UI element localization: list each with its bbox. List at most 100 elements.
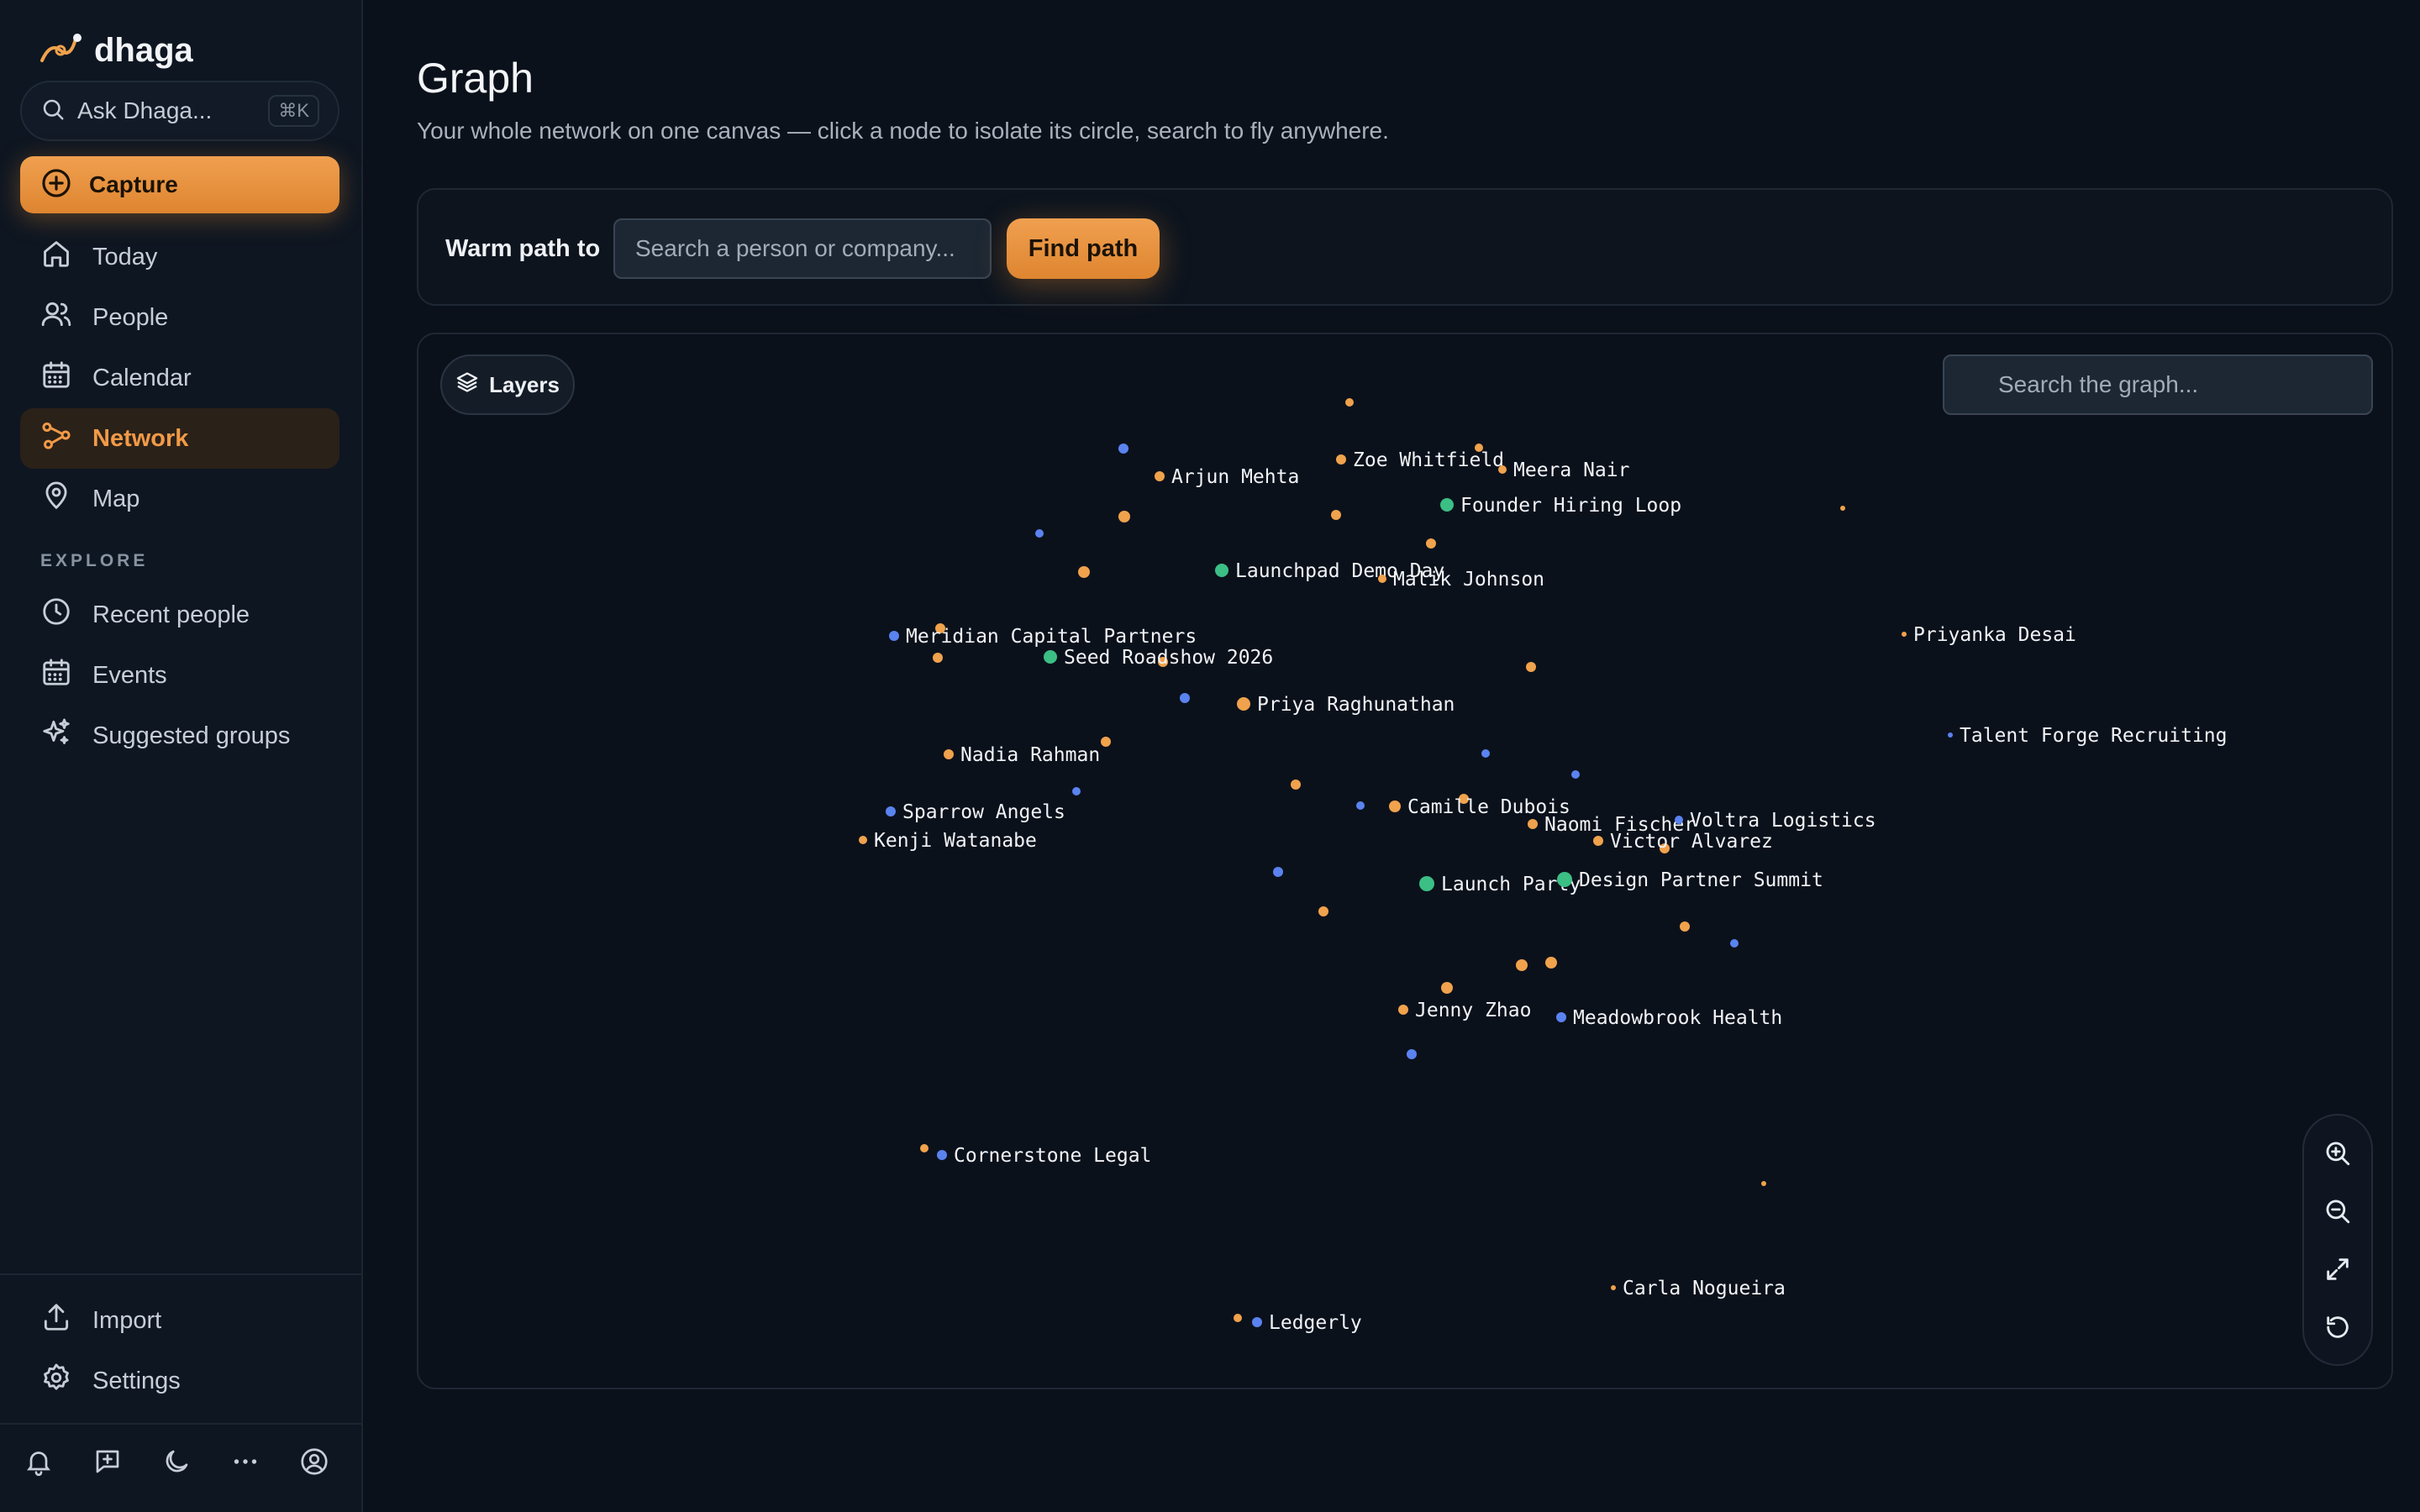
- graph-node-person[interactable]: [1545, 957, 1557, 969]
- graph-node-person[interactable]: [1078, 566, 1090, 578]
- layers-button[interactable]: Layers: [440, 354, 575, 415]
- graph-node-company[interactable]: [1481, 749, 1490, 758]
- nav-item-calendar[interactable]: Calendar: [20, 348, 339, 408]
- graph-node-company[interactable]: [1252, 1317, 1262, 1327]
- graph-node-person[interactable]: [1234, 1314, 1242, 1322]
- graph-node-person[interactable]: [1378, 575, 1386, 583]
- graph-node-person[interactable]: [859, 836, 867, 844]
- graph-node-person[interactable]: [1528, 819, 1538, 829]
- more-icon[interactable]: [230, 1446, 260, 1477]
- graph-node-person[interactable]: [1441, 982, 1453, 994]
- graph-node-label[interactable]: Carla Nogueira: [1623, 1278, 1786, 1299]
- graph-node-event[interactable]: [1215, 564, 1228, 577]
- graph-node-event[interactable]: [1440, 498, 1454, 512]
- graph-node-company[interactable]: [1675, 816, 1683, 824]
- graph-node-label[interactable]: Victor Alvarez: [1610, 831, 1773, 853]
- graph-node-person[interactable]: [1526, 662, 1536, 672]
- graph-node-label[interactable]: Sparrow Angels: [902, 801, 1065, 823]
- graph-canvas[interactable]: Arjun Mehta Zoe Whitfield Meera Nair Founde…: [417, 333, 2393, 1389]
- graph-node-person[interactable]: [1331, 510, 1341, 520]
- account-icon[interactable]: [299, 1446, 329, 1477]
- graph-node-event[interactable]: [1419, 876, 1434, 891]
- graph-node-label[interactable]: Kenji Watanabe: [874, 830, 1037, 852]
- graph-node-company[interactable]: [1356, 801, 1365, 810]
- graph-node-person[interactable]: [1291, 780, 1301, 790]
- graph-node-person[interactable]: [1318, 906, 1328, 916]
- fit-screen-icon[interactable]: [2321, 1252, 2354, 1286]
- graph-node-label[interactable]: Jenny Zhao: [1415, 1000, 1531, 1021]
- graph-node-person[interactable]: [1345, 398, 1354, 407]
- graph-node-company[interactable]: [1571, 770, 1580, 779]
- graph-node-company[interactable]: [886, 806, 896, 816]
- capture-button[interactable]: Capture: [20, 156, 339, 213]
- bell-icon[interactable]: [24, 1446, 54, 1477]
- graph-node-person[interactable]: [1118, 511, 1130, 522]
- graph-node-company[interactable]: [1273, 867, 1283, 877]
- graph-node-label[interactable]: Meera Nair: [1513, 459, 1629, 481]
- graph-node-label[interactable]: Priyanka Desai: [1913, 624, 2076, 646]
- graph-node-person[interactable]: [1237, 697, 1250, 711]
- graph-node-person[interactable]: [1611, 1285, 1616, 1290]
- nav-item-recent-people[interactable]: Recent people: [20, 585, 339, 645]
- graph-node-label[interactable]: Meridian Capital Partners: [906, 626, 1197, 648]
- graph-node-person[interactable]: [933, 653, 943, 663]
- graph-node-event[interactable]: [1044, 650, 1057, 664]
- nav-item-import[interactable]: Import: [20, 1290, 339, 1351]
- graph-node-label[interactable]: Meadowbrook Health: [1573, 1007, 1782, 1029]
- chat-plus-icon[interactable]: [92, 1446, 123, 1477]
- graph-node-company[interactable]: [1118, 444, 1128, 454]
- nav-item-network[interactable]: Network: [20, 408, 339, 469]
- zoom-in-icon[interactable]: [2321, 1137, 2354, 1170]
- graph-node-company[interactable]: [1180, 693, 1190, 703]
- graph-node-label[interactable]: Ledgerly: [1269, 1312, 1362, 1334]
- graph-node-person[interactable]: [1593, 836, 1603, 846]
- find-path-button[interactable]: Find path: [1007, 218, 1160, 279]
- zoom-out-icon[interactable]: [2321, 1194, 2354, 1228]
- graph-node-label[interactable]: Founder Hiring Loop: [1460, 495, 1681, 517]
- graph-node-person[interactable]: [1336, 454, 1346, 465]
- nav-item-map[interactable]: Map: [20, 469, 339, 529]
- graph-node-person[interactable]: [920, 1144, 929, 1152]
- graph-node-label[interactable]: Seed Roadshow 2026: [1064, 647, 1273, 669]
- graph-node-company[interactable]: [1948, 732, 1953, 738]
- graph-node-person[interactable]: [1761, 1181, 1766, 1186]
- graph-node-person[interactable]: [1840, 506, 1845, 511]
- graph-node-person[interactable]: [1516, 959, 1528, 971]
- nav-item-suggested-groups[interactable]: Suggested groups: [20, 706, 339, 766]
- graph-node-person[interactable]: [1389, 801, 1401, 812]
- graph-node-person[interactable]: [1902, 632, 1907, 637]
- graph-node-label[interactable]: Cornerstone Legal: [954, 1145, 1151, 1167]
- graph-node-person[interactable]: [1680, 921, 1690, 932]
- graph-node-company[interactable]: [889, 631, 899, 641]
- graph-node-label[interactable]: Nadia Rahman: [960, 744, 1100, 766]
- graph-search-input[interactable]: [1943, 354, 2373, 415]
- graph-node-company[interactable]: [1407, 1049, 1417, 1059]
- graph-node-label[interactable]: Priya Raghunathan: [1257, 694, 1455, 716]
- graph-node-person[interactable]: [1155, 471, 1165, 481]
- warm-path-search-input[interactable]: [613, 218, 992, 279]
- ask-dhaga-input[interactable]: Ask Dhaga... ⌘K: [20, 81, 339, 141]
- graph-node-label[interactable]: Zoe Whitfield: [1353, 449, 1504, 471]
- graph-node-label[interactable]: Malik Johnson: [1393, 569, 1544, 591]
- graph-node-person[interactable]: [1398, 1005, 1408, 1015]
- graph-node-label[interactable]: Design Partner Summit: [1579, 869, 1823, 891]
- reset-icon[interactable]: [2321, 1310, 2354, 1344]
- moon-icon[interactable]: [161, 1446, 192, 1477]
- nav-item-settings[interactable]: Settings: [20, 1351, 339, 1411]
- graph-node-company[interactable]: [1730, 939, 1739, 948]
- app-logo[interactable]: dhaga: [39, 32, 193, 70]
- graph-node-person[interactable]: [1101, 737, 1111, 747]
- graph-node-event[interactable]: [1557, 872, 1572, 887]
- network-graph[interactable]: Arjun Mehta Zoe Whitfield Meera Nair Founde…: [418, 334, 2393, 1389]
- nav-item-people[interactable]: People: [20, 287, 339, 348]
- graph-node-person[interactable]: [1426, 538, 1436, 549]
- graph-node-company[interactable]: [1035, 529, 1044, 538]
- graph-node-company[interactable]: [937, 1150, 947, 1160]
- graph-node-label[interactable]: Arjun Mehta: [1171, 466, 1299, 488]
- graph-node-person[interactable]: [1498, 465, 1507, 474]
- graph-node-label[interactable]: Voltra Logistics: [1690, 810, 1876, 832]
- nav-item-today[interactable]: Today: [20, 227, 339, 287]
- nav-item-events[interactable]: Events: [20, 645, 339, 706]
- graph-node-company[interactable]: [1556, 1012, 1566, 1022]
- graph-node-person[interactable]: [944, 749, 954, 759]
